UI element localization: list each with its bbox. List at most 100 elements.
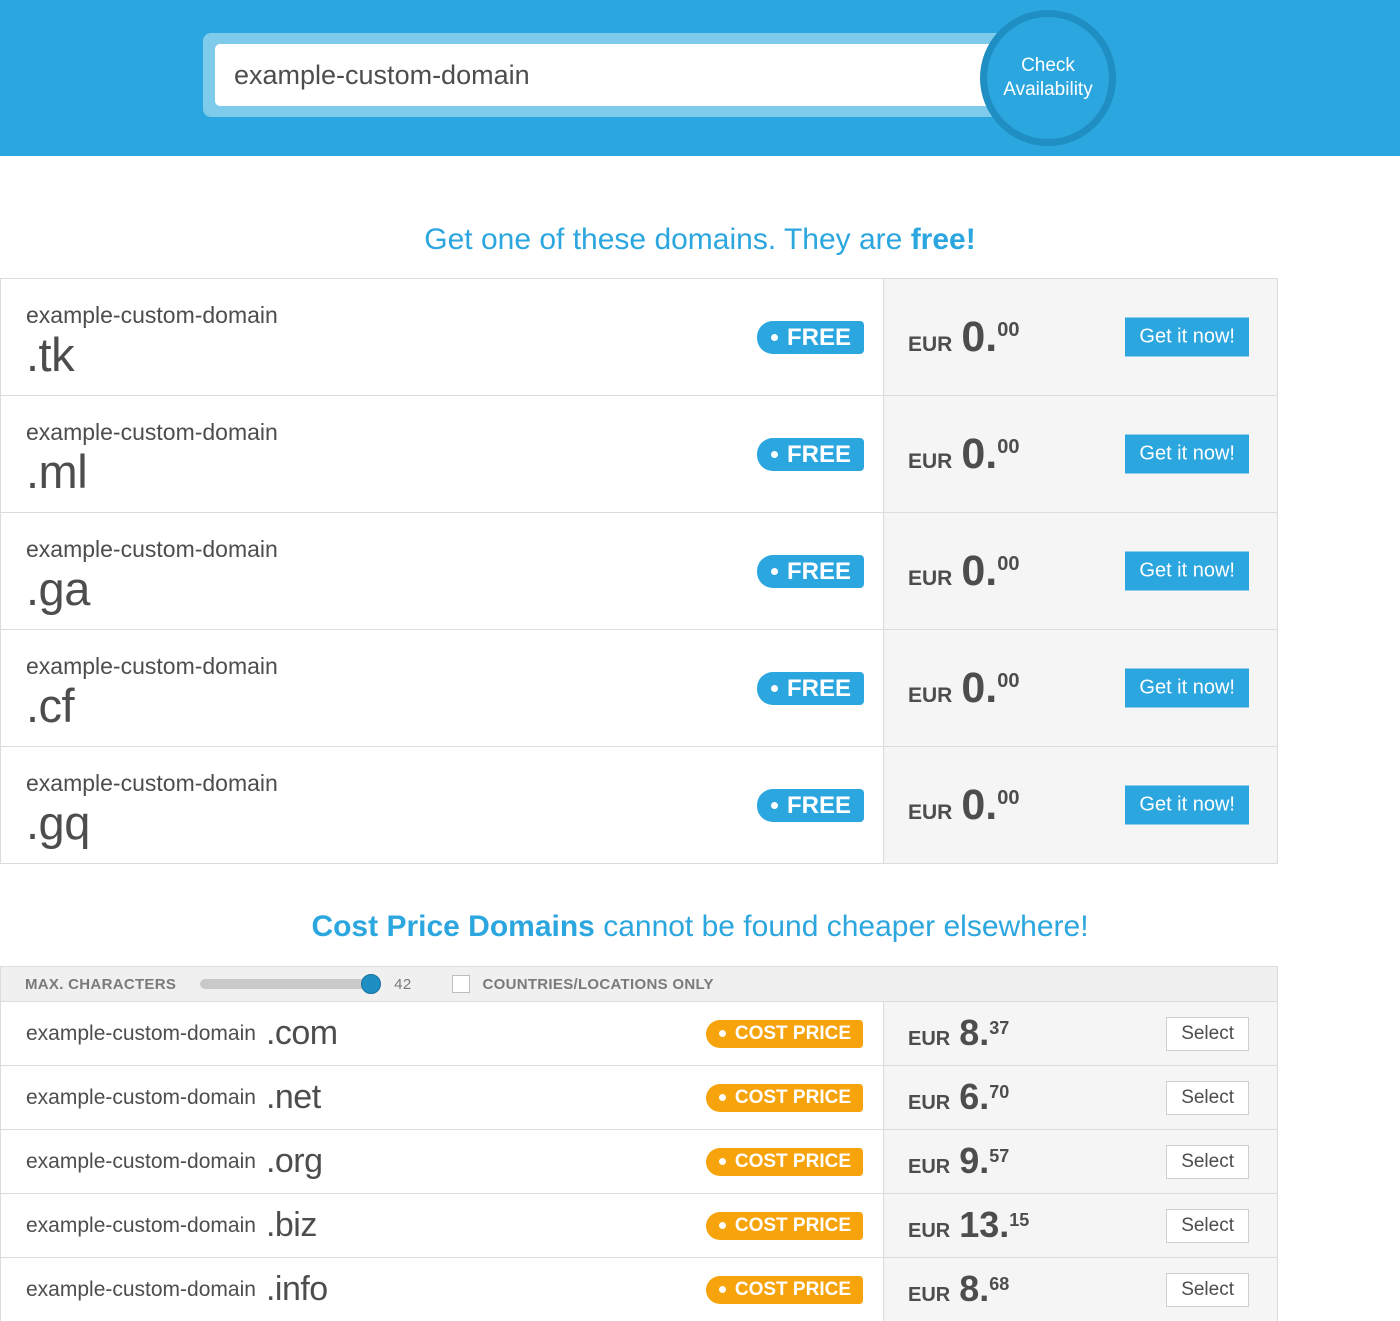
free-status-badge-label: FREE	[786, 323, 851, 351]
badge-dot-icon	[770, 451, 778, 458]
free-row-info: example-custom-domain .tk FREE	[1, 279, 883, 395]
free-domain-name: example-custom-domain	[26, 536, 278, 562]
free-status-badge: FREE	[756, 789, 864, 822]
free-section-title-plain: Get one of these domains. They are	[424, 223, 911, 256]
cost-row-info: example-custom-domain .com COST PRICE	[1, 1002, 883, 1065]
cost-domain-tld: .net	[265, 1078, 321, 1116]
cost-row-price-cell: EUR 9. 57 Select	[883, 1130, 1277, 1193]
get-it-now-button[interactable]: Get it now!	[1125, 317, 1249, 357]
cost-domain-tld: .org	[265, 1142, 323, 1180]
cost-price-currency: EUR	[908, 1220, 951, 1242]
cost-row-info: example-custom-domain .net COST PRICE	[1, 1066, 883, 1129]
free-domain-name: example-custom-domain	[26, 419, 278, 445]
select-button[interactable]: Select	[1166, 1080, 1249, 1115]
cost-price-fraction: 68	[989, 1274, 1010, 1294]
free-row-info: example-custom-domain .ml FREE	[1, 396, 883, 512]
max-characters-slider[interactable]: 42	[200, 974, 411, 994]
get-it-now-button[interactable]: Get it now!	[1125, 785, 1249, 825]
cost-price: EUR 8. 37	[908, 1012, 1010, 1053]
get-it-now-button[interactable]: Get it now!	[1125, 434, 1249, 474]
free-price: EUR 0. 00	[908, 781, 1020, 829]
free-price-whole: 0.	[961, 664, 998, 712]
free-domains-table: example-custom-domain .tk FREE EUR 0. 00 Get i…	[0, 278, 1278, 864]
search-header: Check Availability	[0, 0, 1400, 156]
free-status-badge: FREE	[756, 438, 864, 471]
free-row-info: example-custom-domain .cf FREE	[1, 630, 883, 746]
free-row-names: example-custom-domain .cf	[26, 652, 883, 732]
cost-price: EUR 8. 68	[908, 1271, 1010, 1307]
free-price: EUR 0. 00	[908, 664, 1020, 712]
cost-domain-name: example-custom-domain	[26, 1085, 256, 1109]
free-price-currency: EUR	[908, 333, 953, 356]
cost-price-fraction: 70	[989, 1082, 1010, 1102]
free-row-price-cell: EUR 0. 00 Get it now!	[883, 396, 1277, 512]
cost-price-badge-label: COST PRICE	[734, 1022, 851, 1044]
badge-dot-icon	[770, 334, 778, 341]
badge-dot-icon	[770, 802, 778, 809]
select-button[interactable]: Select	[1166, 1272, 1249, 1307]
check-availability-button[interactable]: Check Availability	[980, 10, 1116, 146]
free-domain-tld: .ga	[26, 562, 90, 615]
domain-search-input[interactable]	[215, 44, 1003, 106]
cost-domain-tld: .biz	[265, 1206, 317, 1244]
get-it-now-button[interactable]: Get it now!	[1125, 668, 1249, 708]
badge-dot-icon	[770, 685, 778, 692]
free-row-info: example-custom-domain .gq FREE	[1, 747, 883, 863]
countries-only-label: COUNTRIES/LOCATIONS ONLY	[482, 975, 714, 993]
cost-price-row: example-custom-domain .com COST PRICE EUR 8.…	[1, 1002, 1277, 1066]
cost-row-info: example-custom-domain .org COST PRICE	[1, 1130, 883, 1193]
free-price-whole: 0.	[961, 781, 998, 829]
cost-row-price-cell: EUR 13. 15 Select	[883, 1194, 1277, 1257]
free-domain-row: example-custom-domain .gq FREE EUR 0. 00 Get i…	[1, 747, 1277, 864]
get-it-now-button[interactable]: Get it now!	[1125, 551, 1249, 591]
slider-track[interactable]	[200, 974, 382, 994]
check-availability-label-line1: Check	[1021, 55, 1075, 76]
free-section-title: Get one of these domains. They are free!	[0, 223, 1400, 257]
free-price-fraction: 00	[997, 319, 1020, 341]
select-button[interactable]: Select	[1166, 1208, 1249, 1243]
cost-price-badge-label: COST PRICE	[734, 1278, 851, 1300]
cost-section-title-bold: Cost Price Domains	[311, 910, 595, 943]
free-price-currency: EUR	[908, 684, 953, 707]
free-status-badge-label: FREE	[786, 674, 851, 702]
cost-section-title: Cost Price Domains cannot be found cheap…	[0, 910, 1400, 944]
cost-row-info: example-custom-domain .info COST PRICE	[1, 1258, 883, 1321]
free-price-whole: 0.	[961, 430, 998, 478]
free-price-fraction: 00	[997, 553, 1020, 575]
cost-price-badge: COST PRICE	[705, 1275, 863, 1304]
slider-thumb[interactable]	[361, 974, 382, 994]
cost-price-row: example-custom-domain .info COST PRICE EUR 8…	[1, 1258, 1277, 1321]
free-status-badge-label: FREE	[786, 791, 851, 819]
cost-price-domains-table: MAX. CHARACTERS 42 COUNTRIES/LOCATIONS O…	[0, 966, 1278, 1321]
badge-dot-icon	[770, 568, 778, 575]
badge-dot-icon	[718, 1158, 726, 1165]
free-domain-row: example-custom-domain .ga FREE EUR 0. 00 Get i…	[1, 513, 1277, 630]
free-domain-tld: .gq	[26, 796, 90, 849]
free-domain-row: example-custom-domain .tk FREE EUR 0. 00 Get i…	[1, 279, 1277, 396]
select-button[interactable]: Select	[1166, 1016, 1249, 1051]
cost-price-badge: COST PRICE	[705, 1083, 863, 1112]
cost-price-row: example-custom-domain .biz COST PRICE EUR 13…	[1, 1194, 1277, 1258]
free-status-badge-label: FREE	[786, 440, 851, 468]
free-row-price-cell: EUR 0. 00 Get it now!	[883, 513, 1277, 629]
cost-price-fraction: 37	[989, 1018, 1010, 1038]
free-price-fraction: 00	[997, 670, 1020, 692]
free-domain-row: example-custom-domain .ml FREE EUR 0. 00 Get i…	[1, 396, 1277, 513]
cost-price-badge: COST PRICE	[705, 1211, 863, 1240]
cost-price-whole: 13.	[959, 1204, 1010, 1245]
free-price-fraction: 00	[997, 787, 1020, 809]
cost-price-currency: EUR	[908, 1028, 951, 1050]
cost-domain-tld: .info	[265, 1270, 328, 1308]
free-domain-name: example-custom-domain	[26, 770, 278, 796]
cost-domain-name: example-custom-domain	[26, 1149, 256, 1173]
countries-only-filter[interactable]: COUNTRIES/LOCATIONS ONLY	[452, 975, 714, 993]
cost-price-whole: 8.	[959, 1012, 990, 1053]
cost-price: EUR 6. 70	[908, 1079, 1010, 1115]
countries-only-checkbox[interactable]	[452, 975, 471, 993]
free-price-currency: EUR	[908, 801, 953, 824]
check-availability-label-line2: Availability	[1003, 79, 1093, 100]
free-status-badge-label: FREE	[786, 557, 851, 585]
select-button[interactable]: Select	[1166, 1144, 1249, 1179]
free-row-price-cell: EUR 0. 00 Get it now!	[883, 630, 1277, 746]
free-domain-name: example-custom-domain	[26, 653, 278, 679]
